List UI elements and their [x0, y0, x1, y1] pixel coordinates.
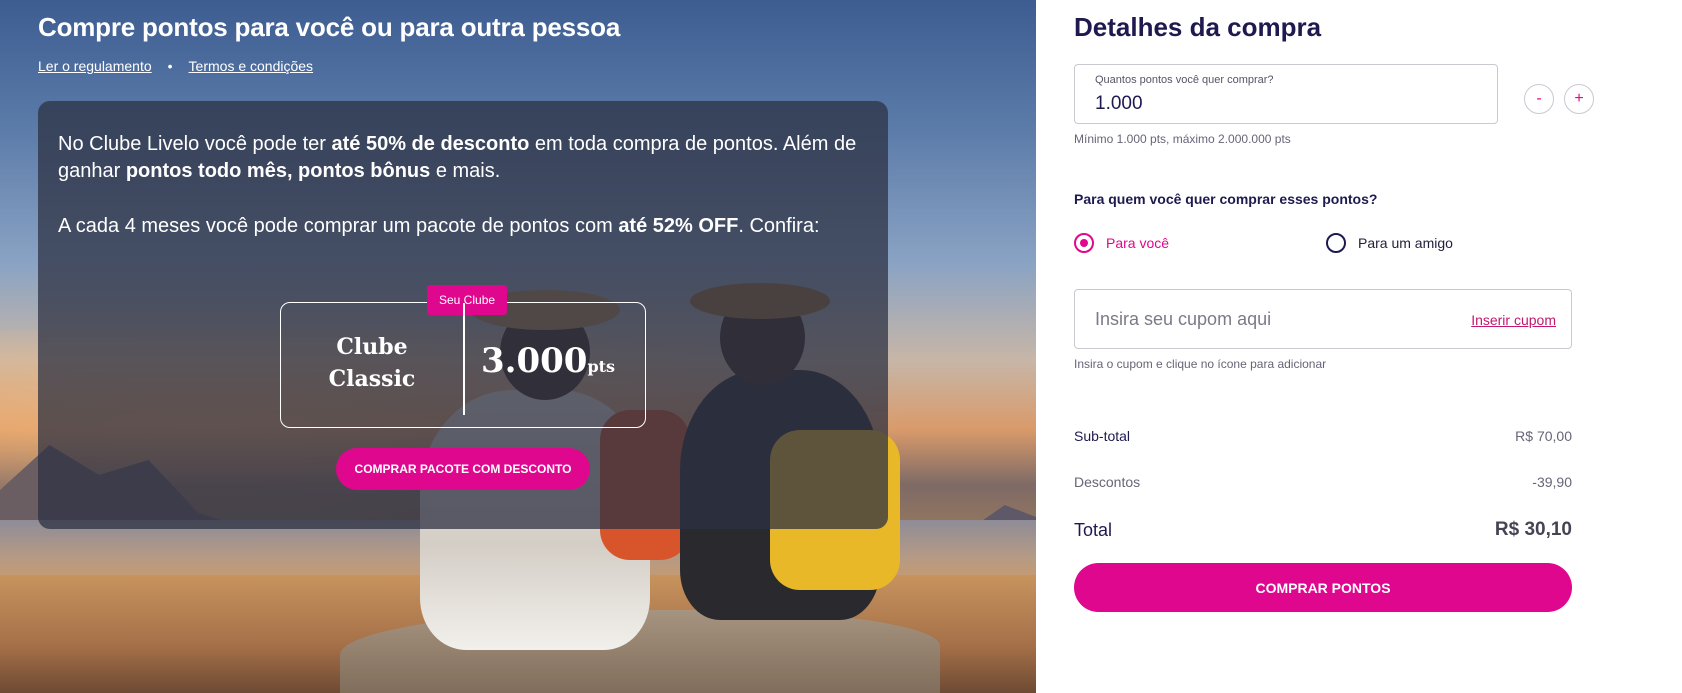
club-points-value: 3.000 [481, 341, 588, 381]
radio-for-you[interactable]: Para você [1074, 233, 1169, 253]
quantity-help-text: Mínimo 1.000 pts, máximo 2.000.000 pts [1074, 132, 1291, 146]
discount-value: -39,90 [1532, 474, 1572, 490]
coupon-help-text: Insira o cupom e clique no ícone para ad… [1074, 357, 1327, 371]
club-points: 3.000pts [481, 341, 615, 381]
subtotal-label: Sub-total [1074, 428, 1131, 444]
radio-unchecked-icon[interactable] [1326, 233, 1346, 253]
radio-for-you-label: Para você [1106, 235, 1170, 251]
regulation-link[interactable]: Ler o regulamento [38, 58, 152, 74]
club-divider [463, 303, 465, 415]
buy-discount-package-button[interactable]: COMPRAR PACOTE COM DESCONTO [336, 448, 590, 490]
coupon-placeholder[interactable]: Insira seu cupom aqui [1095, 309, 1271, 330]
promo-paragraph-2: A cada 4 meses você pode comprar um paco… [58, 215, 820, 237]
discount-row: Descontos -39,90 [1074, 474, 1572, 490]
coupon-input[interactable]: Insira seu cupom aqui Inserir cupom [1074, 289, 1572, 349]
subtotal-value: R$ 70,00 [1515, 428, 1572, 444]
promo-text: No Clube Livelo você pode ter até 50% de… [58, 131, 858, 240]
total-row: Total R$ 30,10 [1074, 519, 1572, 541]
hero-banner: Compre pontos para você ou para outra pe… [0, 0, 1036, 693]
total-value: R$ 30,10 [1494, 519, 1572, 540]
hero-title: Compre pontos para você ou para outra pe… [38, 12, 621, 42]
radio-for-friend[interactable]: Para um amigo [1326, 233, 1453, 253]
link-separator: • [167, 58, 173, 74]
decrease-button[interactable]: - [1524, 84, 1554, 114]
hero-links: Ler o regulamento • Termos e condições [38, 58, 313, 74]
subtotal-row: Sub-total R$ 70,00 [1074, 428, 1572, 444]
insert-coupon-link[interactable]: Inserir cupom [1471, 312, 1556, 328]
club-package-box: Seu Clube Clube Classic 3.000pts [280, 285, 646, 428]
total-label: Total [1074, 519, 1113, 540]
terms-link[interactable]: Termos e condições [189, 58, 314, 74]
panel-title: Detalhes da compra [1074, 12, 1322, 42]
purchase-details-panel: Detalhes da compra Quantos pontos você q… [1036, 0, 1682, 693]
points-quantity-label: Quantos pontos você quer comprar? [1095, 74, 1274, 86]
buy-points-button[interactable]: COMPRAR PONTOS [1074, 563, 1572, 612]
promo-paragraph-1: No Clube Livelo você pode ter até 50% de… [58, 133, 857, 182]
discount-label: Descontos [1074, 474, 1141, 490]
radio-for-friend-label: Para um amigo [1358, 235, 1453, 251]
increase-button[interactable]: + [1564, 84, 1594, 114]
points-quantity-value[interactable]: 1.000 [1095, 93, 1143, 115]
club-promo-card: No Clube Livelo você pode ter até 50% de… [38, 101, 888, 529]
club-points-unit: pts [587, 357, 616, 376]
club-name: Clube Classic [328, 334, 416, 392]
recipient-question: Para quem você quer comprar esses pontos… [1074, 191, 1378, 207]
club-tag-badge: Seu Clube [427, 285, 508, 315]
points-quantity-input[interactable]: Quantos pontos você quer comprar? 1.000 [1074, 64, 1498, 124]
radio-checked-icon[interactable] [1074, 233, 1094, 253]
